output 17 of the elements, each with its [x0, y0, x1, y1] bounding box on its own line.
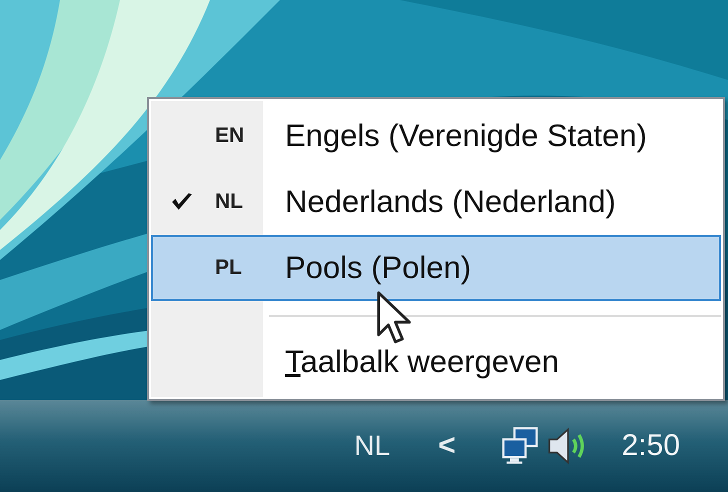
menu-label: Engels (Verenigde Staten) [285, 118, 647, 154]
menu-label: Taalbalk weergeven [285, 344, 560, 380]
clock[interactable]: 2:50 [622, 429, 680, 463]
show-hidden-icons-button[interactable]: < [438, 429, 456, 463]
language-code: NL [215, 190, 243, 213]
network-icon[interactable] [500, 426, 540, 466]
menu-item[interactable]: EN Engels (Verenigde Staten) [151, 103, 721, 169]
menu-item[interactable]: NL Nederlands (Nederland) [151, 169, 721, 235]
mouse-pointer-icon [374, 290, 414, 346]
checkmark-icon [171, 192, 193, 212]
menu-label: Nederlands (Nederland) [285, 184, 616, 220]
language-code: EN [215, 124, 244, 147]
language-indicator[interactable]: NL [354, 430, 390, 462]
menu-item[interactable]: PL Pools (Polen) [151, 235, 721, 301]
menu-label: Pools (Polen) [285, 250, 472, 286]
menu-item[interactable]: Taalbalk weergeven [151, 329, 721, 395]
language-code: PL [215, 256, 242, 279]
